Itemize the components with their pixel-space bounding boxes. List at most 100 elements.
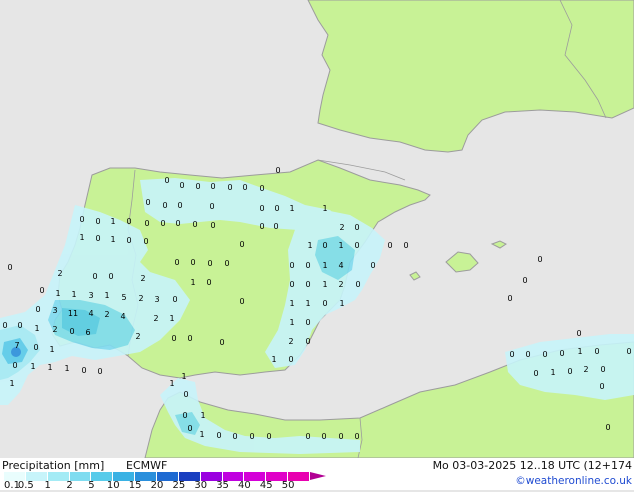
precip-value-label: 0: [175, 219, 180, 228]
precip-value-label: 2: [140, 274, 145, 283]
precip-value-label: 0: [355, 280, 360, 289]
map-footer: Precipitation [mm] ECMWF Mo 03-03-2025 1…: [0, 458, 634, 492]
precip-value-label: 0: [210, 221, 215, 230]
precip-value-label: 0: [210, 182, 215, 191]
credit-link[interactable]: ©weatheronline.co.uk: [515, 475, 632, 487]
precip-value-label: 0: [144, 219, 149, 228]
precip-value-label: 1: [322, 261, 327, 270]
precip-value-label: 2: [288, 337, 293, 346]
precip-value-label: 1: [577, 347, 582, 356]
precip-value-label: 0: [177, 201, 182, 210]
precip-value-label: 0: [288, 355, 293, 364]
precip-value-label: 0: [533, 369, 538, 378]
precip-value-label: 1: [322, 280, 327, 289]
precip-value-label: 0: [354, 241, 359, 250]
precip-value-label: 0: [259, 184, 264, 193]
precip-value-label: 0: [33, 343, 38, 352]
precip-value-label: 3: [52, 306, 57, 315]
valid-time: Mo 03-03-2025 12..18 UTC (12+174: [432, 459, 632, 472]
precip-value-label: 0: [232, 432, 237, 441]
precip-value-label: 0: [354, 432, 359, 441]
precip-value-label: 0: [600, 365, 605, 374]
precip-value-label: 0: [321, 432, 326, 441]
precip-value-label: 1: [305, 299, 310, 308]
precip-value-label: 0: [403, 241, 408, 250]
precip-value-label: 2: [583, 365, 588, 374]
precip-value-label: 0: [273, 222, 278, 231]
precipitation-map[interactable]: 000 0 0 0 0 00 0 0 0 0 0 1 10 0 1 0 0 0 0 0 0 0 0 2 01 0 1 0 0 0 1 0 1 0 0…: [0, 0, 634, 458]
colorbar-tick-label: 30: [194, 480, 208, 491]
precip-value-label: 1: [550, 368, 555, 377]
precip-value-label: 0: [164, 176, 169, 185]
precip-value-label: 0: [322, 299, 327, 308]
precip-value-label: 1: [338, 241, 343, 250]
precip-value-label: 0: [338, 432, 343, 441]
colorbar-overflow-arrow: [310, 472, 326, 480]
precip-value-label: 0: [305, 261, 310, 270]
precip-value-label: 1: [30, 362, 35, 371]
precip-value-label: 3: [154, 295, 159, 304]
precip-value-label: 1: [289, 299, 294, 308]
precip-value-label: 0: [79, 215, 84, 224]
precip-value-label: 0: [599, 382, 604, 391]
precip-value-label: 0: [81, 366, 86, 375]
precip-value-label: 6: [85, 328, 90, 337]
precip-value-label: 0: [626, 347, 631, 356]
precip-value-label: 0: [387, 241, 392, 250]
precip-value-label: 0: [242, 183, 247, 192]
precip-value-label: 0: [12, 361, 17, 370]
colorbar-tick-label: 0.5: [17, 480, 34, 491]
colorbar-tick-label: 45: [259, 480, 273, 491]
precip-value-label: 0: [108, 272, 113, 281]
precip-value-label: 0: [305, 432, 310, 441]
precip-value-label: 2: [138, 294, 143, 303]
precip-value-label: 0: [35, 305, 40, 314]
precip-value-label: 0: [274, 204, 279, 213]
precip-value-label: 0: [322, 241, 327, 250]
precip-value-label: 0: [187, 334, 192, 343]
precip-value-label: 0: [567, 367, 572, 376]
precip-value-label: 1: [64, 364, 69, 373]
legend-title: Precipitation [mm]: [2, 459, 105, 472]
precip-value-label: 0: [95, 234, 100, 243]
precip-value-label: 0: [289, 280, 294, 289]
precip-value-label: 2: [57, 269, 62, 278]
precip-value-label: 0: [224, 259, 229, 268]
precip-value-label: 0: [227, 183, 232, 192]
precip-value-label: 0: [305, 280, 310, 289]
precip-value-label: 1: [307, 241, 312, 250]
precip-value-label: 1: [199, 430, 204, 439]
precip-value-label: 0: [145, 198, 150, 207]
precip-value-label: 0: [143, 237, 148, 246]
precip-value-label: 1: [169, 379, 174, 388]
precip-value-label: 0: [576, 329, 581, 338]
precip-value-label: 0: [542, 350, 547, 359]
precip-value-label: 2: [339, 223, 344, 232]
precip-value-label: 0: [172, 295, 177, 304]
precip-value-label: 0: [7, 263, 12, 272]
precip-value-label: 1: [110, 235, 115, 244]
precip-value-label: 1: [79, 233, 84, 242]
precip-value-label: 0: [187, 424, 192, 433]
precip-value-label: 1: [271, 355, 276, 364]
colorbar-ticks: 0.1 0.5 1 2 5 10 15 20 25 30 35 40 45 50: [0, 480, 340, 492]
colorbar-tick-label: 1: [44, 480, 51, 491]
precip-value-label: 1: [71, 290, 76, 299]
precip-value-label: 0: [207, 259, 212, 268]
precip-value-label: 0: [206, 278, 211, 287]
precip-value-label: 0: [259, 222, 264, 231]
precip-value-label: 0: [525, 350, 530, 359]
precip-value-label: 0: [183, 390, 188, 399]
precip-value-label: 4: [338, 261, 343, 270]
precip-value-label: 0: [507, 294, 512, 303]
colorbar-tick-label: 35: [216, 480, 229, 491]
precip-value-label: 0: [239, 297, 244, 306]
precip-value-label: 0: [259, 204, 264, 213]
precip-value-label: 0: [209, 202, 214, 211]
precip-value-label: 11: [68, 309, 78, 318]
precip-value-label: 0: [160, 219, 165, 228]
precip-value-label: 0: [97, 367, 102, 376]
precip-value-label: 1: [47, 363, 52, 372]
model-name: ECMWF: [126, 459, 168, 472]
precip-value-label: 0: [195, 182, 200, 191]
